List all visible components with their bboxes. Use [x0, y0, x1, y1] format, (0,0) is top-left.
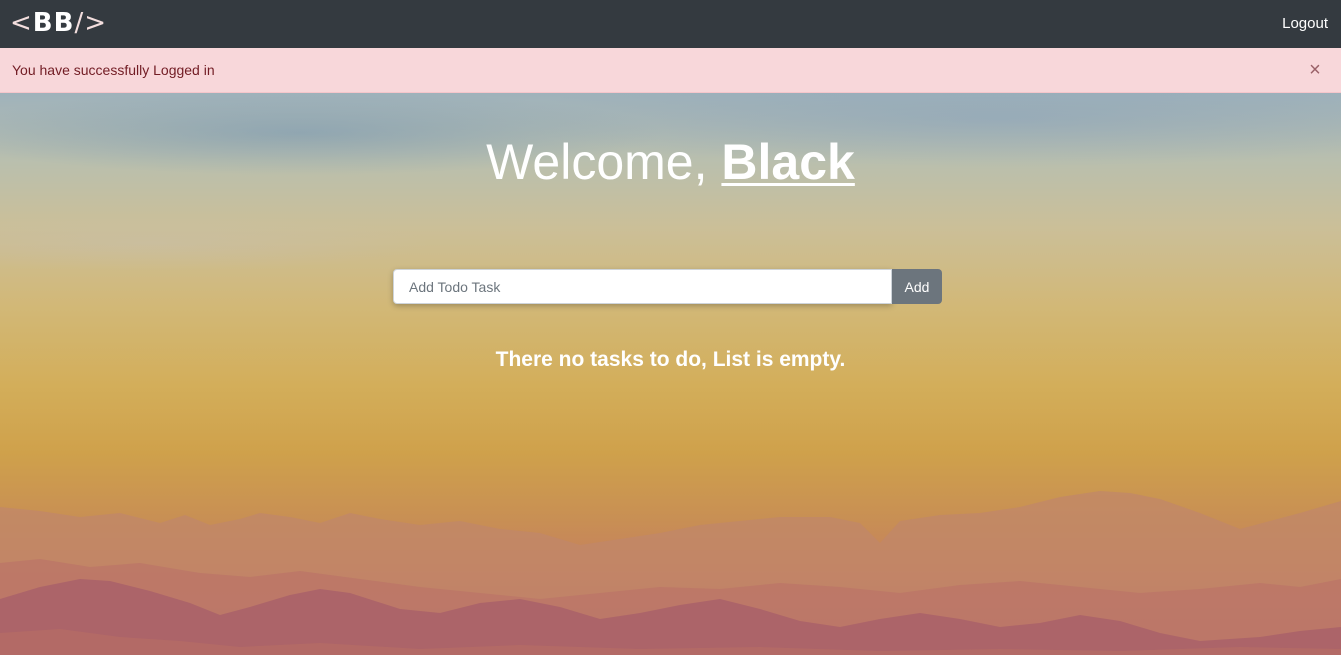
add-todo-form: Add: [393, 269, 942, 304]
alert-message: You have successfully Logged in: [12, 62, 215, 78]
empty-list-message: There no tasks to do, List is empty.: [495, 348, 846, 371]
login-success-alert: You have successfully Logged in ×: [0, 48, 1341, 93]
todo-task-input[interactable]: [393, 269, 892, 304]
close-icon[interactable]: ×: [1307, 60, 1323, 80]
brand-text: BB: [32, 8, 75, 38]
welcome-heading: Welcome, Black: [0, 133, 1341, 191]
logout-link[interactable]: Logout: [1282, 15, 1328, 33]
welcome-greeting: Welcome,: [486, 134, 722, 190]
username-link[interactable]: Black: [721, 134, 854, 190]
navbar: <BB/> Logout: [0, 0, 1341, 48]
add-button[interactable]: Add: [892, 269, 942, 304]
brand-open-bracket: <: [10, 8, 33, 38]
brand-close-bracket: />: [74, 8, 107, 38]
brand-logo[interactable]: <BB/>: [10, 7, 107, 39]
hero-section: Welcome, Black Add There no tasks to do,…: [0, 93, 1341, 655]
